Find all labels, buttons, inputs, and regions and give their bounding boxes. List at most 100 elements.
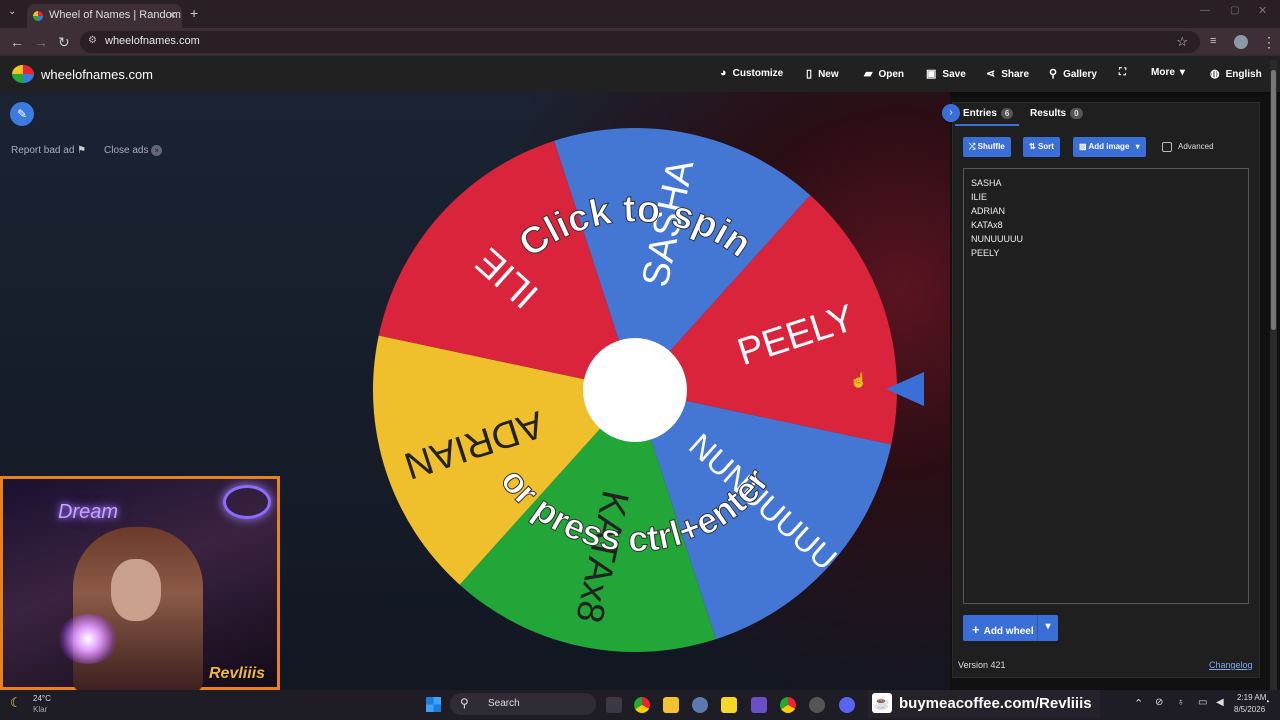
list-item: SASHA <box>971 178 1002 188</box>
flag-icon: ⚑ <box>77 145 87 156</box>
site-info-icon[interactable]: ⚙ <box>88 35 97 46</box>
notes-icon[interactable] <box>721 697 737 713</box>
browser-tab[interactable]: Wheel of Names | Random name × <box>27 4 182 28</box>
bookmark-star-icon[interactable]: ☆ <box>1176 34 1188 50</box>
display-icon[interactable]: ▭ <box>1198 697 1207 708</box>
file-explorer-icon[interactable] <box>663 697 679 713</box>
browser-tab-strip: ⌄ Wheel of Names | Random name × + — ▢ ✕ <box>0 0 1280 28</box>
app-icon[interactable] <box>751 697 767 713</box>
changelog-link[interactable]: Changelog <box>1209 660 1253 670</box>
gallery-button[interactable]: ⚲ Gallery <box>1049 67 1097 80</box>
notification-bell-icon[interactable]: ◔ <box>1264 697 1270 708</box>
maximize-icon[interactable]: ▢ <box>1230 5 1239 16</box>
wheel-center-hub[interactable] <box>583 338 687 442</box>
shuffle-button[interactable]: ⤮ Shuffle <box>963 137 1011 157</box>
profile-avatar[interactable] <box>1234 35 1248 49</box>
tab-search-icon[interactable]: ⌄ <box>8 6 16 17</box>
new-button[interactable]: ▯ New <box>806 67 839 80</box>
fullscreen-button[interactable]: ⛶ <box>1119 67 1126 78</box>
windows-start-icon[interactable] <box>426 697 441 712</box>
sort-button[interactable]: ⇅ Sort <box>1023 137 1060 157</box>
save-icon: ▣ <box>926 68 937 80</box>
add-wheel-dropdown-icon[interactable]: ▾ <box>1037 615 1058 641</box>
advanced-checkbox[interactable] <box>1162 142 1172 152</box>
weather-temp[interactable]: 24°C <box>33 694 51 703</box>
share-button[interactable]: ⋖ Share <box>986 67 1029 80</box>
customize-button[interactable]: ◕ Customize <box>720 67 783 79</box>
reload-icon[interactable]: ↻ <box>58 34 70 51</box>
list-item: ILIE <box>971 192 988 202</box>
coffee-cup-icon: ☕ <box>872 693 892 713</box>
minimize-icon[interactable]: — <box>1200 5 1210 16</box>
chrome-icon[interactable] <box>634 697 650 713</box>
weather-desc: Klar <box>33 705 48 714</box>
buy-me-a-coffee-link[interactable]: ☕ buymeacoffee.com/Revliiis <box>868 690 1100 718</box>
save-button[interactable]: ▣ Save <box>926 67 966 80</box>
microphone-light <box>58 614 118 664</box>
search-icon: ⚲ <box>1049 68 1058 80</box>
list-item: KATAx8 <box>971 220 1003 230</box>
new-file-icon: ▯ <box>806 68 813 80</box>
add-wheel-button[interactable]: + Add wheel ▾ <box>963 615 1058 641</box>
share-icon: ⋖ <box>986 68 996 80</box>
page-scrollbar[interactable] <box>1270 60 1277 690</box>
list-item: NUNUUUUU <box>971 234 1023 244</box>
forward-icon[interactable]: → <box>34 34 48 50</box>
site-name[interactable]: wheelofnames.com <box>41 67 153 82</box>
entries-textarea[interactable]: SASHA ILIE ADRIAN KATAx8 NUNUUUUU PEELY <box>963 168 1249 604</box>
palette-icon: ◕ <box>720 67 727 79</box>
site-logo-icon[interactable] <box>12 65 34 83</box>
app-header: wheelofnames.com ◕ Customize ▯ New ▰ Open ▣… <box>0 56 1280 92</box>
new-tab-button[interactable]: + <box>190 5 198 21</box>
volume-icon[interactable]: ◀ <box>1216 697 1224 708</box>
taskbar-search[interactable]: ⚲ Search <box>450 693 596 715</box>
task-view-icon[interactable] <box>606 697 622 713</box>
clock-date[interactable]: 8/5/2026 <box>1234 705 1265 714</box>
discord-icon[interactable] <box>839 697 855 713</box>
microphone-icon[interactable]: ♁ <box>1177 697 1185 708</box>
list-item: ADRIAN <box>971 206 1006 216</box>
collapse-panel-icon[interactable]: › <box>942 104 960 122</box>
open-button[interactable]: ▰ Open <box>864 67 904 80</box>
spin-wheel[interactable]: SASHAPEELYNUNUUUUUKATAx8ADRIANILIE Click… <box>370 125 900 655</box>
fullscreen-icon: ⛶ <box>1119 67 1126 78</box>
network-icon[interactable]: ⊘ <box>1155 697 1163 708</box>
neon-ring <box>223 485 271 519</box>
window-close-icon[interactable]: ✕ <box>1258 4 1267 17</box>
back-icon[interactable]: ← <box>10 34 24 50</box>
report-bad-ad-link[interactable]: Report bad ad ⚑ <box>11 145 86 156</box>
version-label: Version 421 <box>958 660 1006 670</box>
tray-expand-icon[interactable]: ⌃ <box>1134 697 1143 710</box>
edit-pencil-icon[interactable]: ✎ <box>10 102 34 126</box>
wheel-pointer-icon <box>886 372 924 406</box>
plus-icon: + <box>972 622 980 637</box>
search-icon: ⚲ <box>460 696 469 710</box>
streamer-face <box>111 559 161 621</box>
close-ads-link[interactable]: Close ads × <box>104 145 163 156</box>
media-icon[interactable]: ≡ <box>1210 35 1216 47</box>
globe-icon: ◍ <box>1210 68 1220 80</box>
entries-count-badge: 6 <box>1000 108 1014 119</box>
address-bar[interactable]: ⚙ wheelofnames.com ☆ <box>80 31 1200 53</box>
scrollbar-thumb[interactable] <box>1271 70 1276 330</box>
tab-close-icon[interactable]: × <box>169 8 176 22</box>
browser-toolbar: ← → ↻ ⚙ wheelofnames.com ☆ ≡ ⋮ <box>0 28 1280 56</box>
chrome-active-icon[interactable] <box>780 697 796 713</box>
clock-time[interactable]: 2:19 AM <box>1237 693 1266 702</box>
dropdown-caret-icon: ▾ <box>1179 67 1185 78</box>
browser-menu-icon[interactable]: ⋮ <box>1262 34 1276 51</box>
folder-icon: ▰ <box>864 68 873 80</box>
obs-icon[interactable] <box>809 697 825 713</box>
more-button[interactable]: More ▾ <box>1151 67 1185 78</box>
close-circle-icon: × <box>151 145 163 156</box>
streamer-tag: Revliiis <box>209 665 266 682</box>
active-tab-underline <box>955 124 1019 126</box>
settings-icon[interactable] <box>692 697 708 713</box>
advanced-label: Advanced <box>1178 142 1214 151</box>
tab-results[interactable]: Results 0 <box>1030 108 1083 119</box>
weather-moon-icon[interactable]: ☾ <box>10 695 22 711</box>
tab-title: Wheel of Names | Random name <box>49 9 182 21</box>
add-image-button[interactable]: ▨ Add image ▾ <box>1073 137 1146 157</box>
language-button[interactable]: ◍ English <box>1210 67 1262 80</box>
tab-entries[interactable]: Entries 6 <box>963 108 1014 119</box>
